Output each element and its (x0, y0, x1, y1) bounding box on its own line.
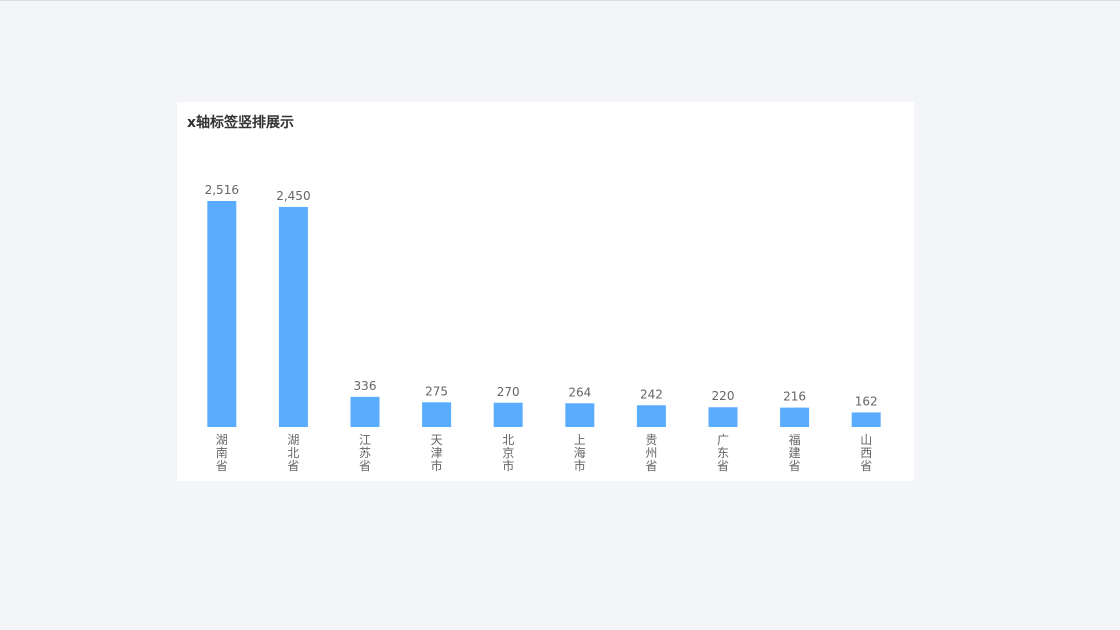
bar-3[interactable] (422, 402, 452, 427)
bar-4[interactable] (493, 402, 523, 427)
category-label-4: 北京市 (502, 433, 514, 473)
value-label-7: 220 (712, 389, 735, 403)
bar-0[interactable] (207, 201, 237, 427)
bar-9[interactable] (851, 412, 881, 427)
category-label-6: 贵州省 (645, 433, 657, 473)
category-label-0: 湖南省 (216, 432, 228, 473)
category-label-5: 上海市 (574, 433, 586, 473)
bar-7[interactable] (708, 407, 738, 427)
bar-chart: 2,516 湖南省 2,450 湖北省 336 江苏省 275 天津市 270 北京市 264 上海市… (205, 183, 881, 473)
window-top-border (0, 0, 1120, 1)
value-label-4: 270 (497, 385, 520, 399)
value-label-5: 264 (568, 385, 591, 399)
bar-8[interactable] (780, 407, 810, 427)
value-label-1: 2,450 (276, 189, 310, 203)
category-label-9: 山西省 (860, 433, 872, 473)
category-label-8: 福建省 (789, 432, 801, 473)
category-label-1: 湖北省 (287, 432, 299, 473)
value-label-2: 336 (354, 379, 377, 393)
bar-2[interactable] (350, 396, 380, 427)
category-label-7: 广东省 (717, 433, 729, 473)
bar-6[interactable] (636, 405, 666, 427)
chart-card: x轴标签竖排展示 2,516 湖南省 2,450 湖北省 336 江苏省 275 天津市 270… (177, 102, 914, 481)
category-label-2: 江苏省 (359, 433, 371, 473)
value-label-8: 216 (783, 390, 806, 404)
value-label-3: 275 (425, 384, 448, 398)
value-label-0: 2,516 (205, 183, 239, 197)
category-label-3: 天津市 (431, 433, 443, 473)
value-label-9: 162 (855, 394, 878, 408)
bar-5[interactable] (565, 403, 595, 427)
bar-1[interactable] (278, 206, 308, 427)
value-label-6: 242 (640, 387, 663, 401)
